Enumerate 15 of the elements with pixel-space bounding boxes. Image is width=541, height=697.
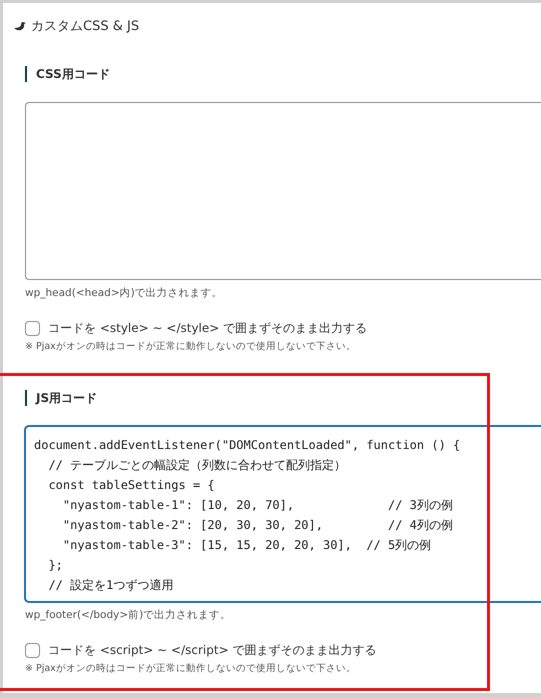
panel-title: カスタムCSS & JS [31,18,140,35]
checkbox[interactable] [25,643,40,658]
note-text: ※ Pjaxがオンの時はコードが正常に動作しないので使用しないで下さい。 [25,340,357,353]
bird-icon [14,22,26,30]
section-heading: CSS用コード [25,66,541,82]
code-field[interactable] [25,426,541,602]
checkbox-label: コードを <script> ~ </script> で囲まずそのまま出力する [48,642,376,659]
note-text: ※ Pjaxがオンの時はコードが正常に動作しないので使用しないで下さい。 [25,662,357,675]
code-text: document.addEventListener("DOMContentLoaded", function () { // テーブルごとの幅設定（列数に合わせて配列指定） const tableSettings = { "nyastom-table-1": [10, 20, 70], // 3列の例 "nyastom-table-2": [20, 30, 30, 20], // 4列の例 "nyastom-table-3": [15, 15, 20, 20, 30], // 5列の例 }; // 設定を1つずつ適用 [34,437,462,594]
checkbox[interactable] [25,321,40,336]
checkbox-label: コードを <style> ~ </style> で囲まずそのまま出力する [48,320,368,337]
section-heading: JS用コード [25,390,541,406]
help-text: wp_footer(</body>前)で出力されます。 [25,608,232,622]
help-text: wp_head(<head>内)で出力されます。 [25,286,224,300]
code-field[interactable] [25,102,541,280]
